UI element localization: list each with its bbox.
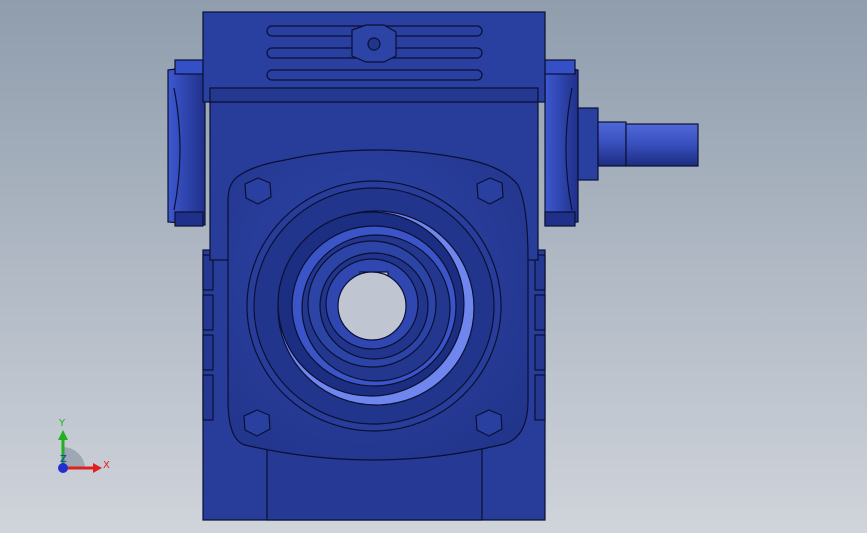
input-shaft bbox=[625, 123, 699, 167]
input-shaft-hub bbox=[597, 121, 627, 167]
triad-z-label: Z bbox=[60, 454, 67, 465]
graphics-viewport[interactable]: Y X Z bbox=[0, 0, 867, 533]
left-bearing-cap bbox=[167, 64, 206, 226]
triad-y-label: Y bbox=[58, 418, 66, 429]
housing-side-ribs-left bbox=[202, 254, 214, 421]
model-canvas[interactable]: Y X Z bbox=[0, 0, 867, 533]
triad-x-label: X bbox=[103, 460, 110, 471]
housing-side-ribs-right bbox=[534, 254, 546, 421]
right-bearing-cap bbox=[544, 64, 579, 226]
output-bore-hole bbox=[337, 271, 407, 341]
input-shaft-collar bbox=[577, 107, 599, 181]
